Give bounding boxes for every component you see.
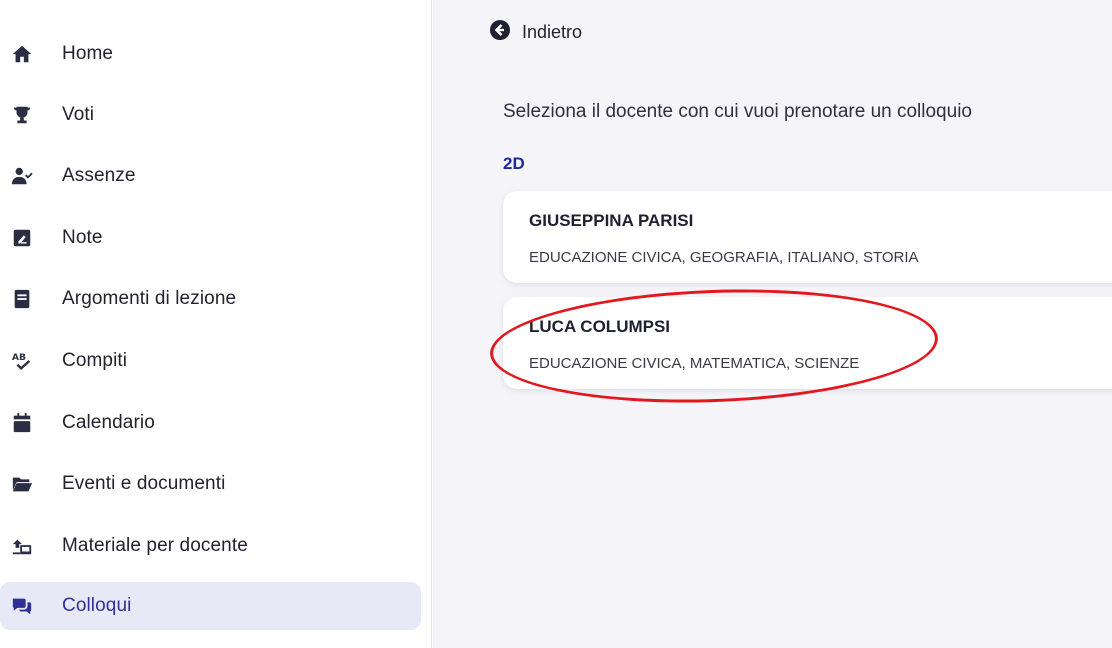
home-icon: [10, 42, 34, 66]
intro-text: Seleziona il docente con cui vuoi prenot…: [503, 101, 972, 122]
sidebar-item-label: Colloqui: [62, 595, 132, 616]
back-button[interactable]: Indietro: [490, 20, 582, 45]
back-arrow-icon: [490, 20, 510, 45]
class-label: 2D: [503, 154, 525, 173]
sidebar-item-label: Materiale per docente: [62, 535, 248, 556]
sidebar-item-label: Argomenti di lezione: [62, 288, 237, 309]
sidebar-item-label: Note: [62, 227, 103, 248]
back-label: Indietro: [522, 22, 583, 42]
sidebar-item-colloqui[interactable]: Colloqui: [0, 582, 421, 630]
sidebar-item-label: Home: [62, 43, 114, 64]
teacher-subjects: EDUCAZIONE CIVICA, GEOGRAFIA, ITALIANO, …: [529, 249, 919, 266]
sidebar-item-label: Voti: [62, 104, 95, 125]
sidebar-item-label: Calendario: [62, 412, 155, 433]
sidebar-item-label: Compiti: [62, 350, 128, 371]
chat-bubbles-icon: [10, 594, 34, 618]
folder-open-icon: [10, 472, 34, 496]
sidebar-item-label: Eventi e documenti: [62, 473, 226, 494]
sidebar-item-compiti[interactable]: AB Compiti: [0, 337, 421, 385]
teacher-card[interactable]: GIUSEPPINA PARISI EDUCAZIONE CIVICA, GEO…: [503, 191, 1112, 283]
trophy-icon: [10, 103, 34, 127]
svg-text:AB: AB: [12, 352, 26, 363]
main-content: Indietro Seleziona il docente con cui vu…: [433, 0, 1112, 648]
sidebar-item-home[interactable]: Home: [0, 30, 421, 78]
share-screen-icon: [10, 534, 34, 558]
calendar-icon: [10, 411, 34, 435]
sidebar-item-label: Assenze: [62, 165, 136, 186]
sidebar-item-calendario[interactable]: Calendario: [0, 399, 421, 447]
spellcheck-icon: AB: [10, 349, 34, 373]
sidebar: Home Voti Assenze Note Argomenti di lezi…: [0, 0, 432, 648]
teacher-name: LUCA COLUMPSI: [529, 317, 671, 336]
note-pencil-icon: [10, 226, 34, 250]
teacher-card[interactable]: LUCA COLUMPSI EDUCAZIONE CIVICA, MATEMAT…: [503, 297, 1112, 389]
teacher-name: GIUSEPPINA PARISI: [529, 211, 694, 230]
sidebar-item-eventi[interactable]: Eventi e documenti: [0, 460, 421, 508]
book-icon: [10, 287, 34, 311]
sidebar-item-materiale[interactable]: Materiale per docente: [0, 522, 421, 570]
sidebar-item-note[interactable]: Note: [0, 214, 421, 262]
user-check-icon: [10, 164, 34, 188]
teacher-subjects: EDUCAZIONE CIVICA, MATEMATICA, SCIENZE: [529, 355, 860, 372]
sidebar-item-voti[interactable]: Voti: [0, 91, 421, 139]
sidebar-item-assenze[interactable]: Assenze: [0, 152, 421, 200]
sidebar-item-argomenti[interactable]: Argomenti di lezione: [0, 275, 421, 323]
